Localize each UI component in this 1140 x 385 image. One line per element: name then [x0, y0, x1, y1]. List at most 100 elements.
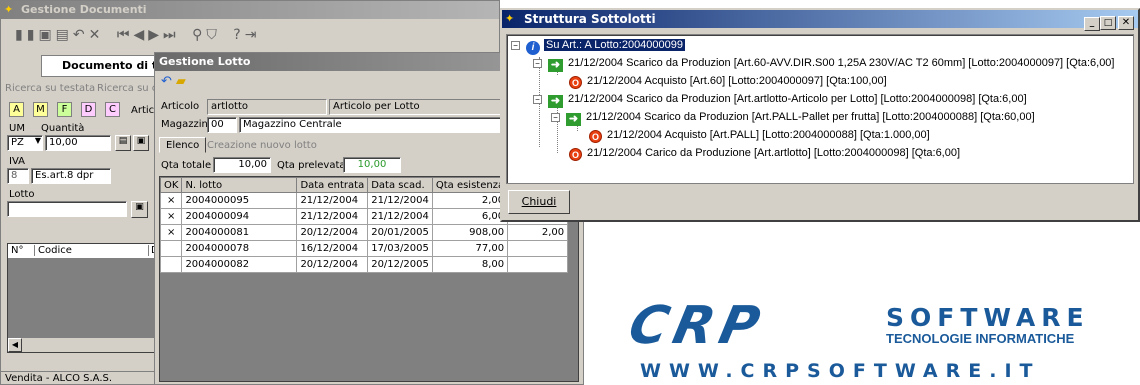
cell-qta: 6,00: [431, 208, 509, 225]
cell-lotto: 2004000095: [181, 192, 298, 209]
lotto-lookup-button[interactable]: ▣: [131, 201, 148, 218]
filter-icon[interactable]: ⚲: [192, 27, 206, 43]
color-button-m[interactable]: M: [33, 102, 48, 117]
cell-lotto: 2004000081: [181, 224, 298, 241]
cell-scad: 21/12/2004: [367, 208, 433, 225]
minimize-button[interactable]: _: [1084, 17, 1100, 31]
cell-scad: 17/03/2005: [367, 240, 433, 257]
scroll-left-icon[interactable]: ◀: [8, 338, 22, 352]
um-label: UM: [9, 123, 25, 134]
arrow-right-icon: ➜: [548, 95, 563, 108]
delete-doc-icon[interactable]: ▮: [27, 27, 39, 43]
iva-desc-field[interactable]: Es.art.8 dpr: [31, 168, 111, 184]
quantita-field[interactable]: 10,00: [45, 135, 111, 151]
col-qta-esistenza[interactable]: Qta esistenza: [431, 177, 509, 193]
tree-node[interactable]: O 21/12/2004 Acquisto [Art.60] [Lotto:200…: [569, 75, 887, 89]
cell-ok[interactable]: ×: [160, 224, 183, 241]
color-button-a[interactable]: A: [9, 102, 24, 117]
calculator-button[interactable]: ▤: [115, 135, 131, 151]
crp-software-text: SOFTWARE: [886, 303, 1090, 332]
arrow-right-icon: ➜: [566, 113, 581, 126]
cell-ok[interactable]: ×: [160, 192, 183, 209]
last-record-icon[interactable]: ⏭: [163, 27, 180, 43]
tree-node[interactable]: − ➜ 21/12/2004 Scarico da Produzion [Art.6…: [533, 57, 1114, 72]
color-button-f[interactable]: F: [57, 102, 72, 117]
cell-ok[interactable]: [160, 240, 183, 257]
horizontal-scrollbar[interactable]: ◀: [8, 338, 156, 352]
tree-node-label: 21/12/2004 Carico da Produzione [Art.art…: [587, 147, 961, 159]
cancel-icon[interactable]: ✕: [89, 27, 105, 43]
col-codice[interactable]: Codice: [34, 245, 72, 256]
cell-prel[interactable]: [507, 256, 569, 273]
cell-lotto: 2004000094: [181, 208, 298, 225]
gestione-documenti-titlebar[interactable]: ✦ Gestione Documenti: [1, 1, 499, 19]
lotto-window-title: Gestione Lotto: [159, 55, 251, 68]
articolo-code-field[interactable]: artlotto: [207, 99, 327, 115]
tree-node[interactable]: O 21/12/2004 Carico da Produzione [Art.ar…: [569, 147, 960, 161]
table-row[interactable]: 2004000082 20/12/2004 20/12/2005 8,00: [160, 256, 569, 273]
cell-lotto: 2004000078: [181, 240, 298, 257]
table-row[interactable]: 2004000078 16/12/2004 17/03/2005 77,00: [160, 240, 569, 257]
doc-type-label: Documento di trasp: [62, 59, 155, 72]
tab-creazione-lotto[interactable]: Creazione nuovo lotto: [207, 140, 317, 151]
save-icon[interactable]: ▣: [38, 27, 55, 43]
color-button-c[interactable]: C: [105, 102, 120, 117]
qta-prelevata-field[interactable]: 10,00: [343, 157, 401, 173]
cell-ok[interactable]: ×: [160, 208, 183, 225]
crp-url: WWW.CRPSOFTWARE.IT: [640, 360, 1041, 382]
lotto-field[interactable]: [7, 201, 127, 217]
calendar-button[interactable]: ▣: [133, 135, 149, 151]
tree-node[interactable]: O 21/12/2004 Acquisto [Art.PALL] [Lotto:2…: [589, 129, 930, 143]
tree-node[interactable]: − ➜ 21/12/2004 Scarico da Produzion [Art.P…: [551, 111, 1035, 126]
tab-elenco[interactable]: Elenco: [159, 137, 207, 153]
help-icon[interactable]: ?: [233, 27, 244, 43]
cell-prel[interactable]: [507, 240, 569, 257]
tree-node[interactable]: − ➜ 21/12/2004 Scarico da Produzion [Art.a…: [533, 93, 1027, 108]
bookmark-icon[interactable]: ⛉: [206, 27, 221, 43]
undo-icon[interactable]: ↶: [161, 74, 176, 89]
tree-node-label: 21/12/2004 Scarico da Produzion [Art.PAL…: [586, 111, 1035, 123]
close-button[interactable]: ✕: [1118, 16, 1134, 30]
crp-tagline: TECNOLOGIE INFORMATICHE: [886, 331, 1075, 346]
exit-icon[interactable]: ⇥: [245, 27, 261, 43]
collapse-icon[interactable]: −: [533, 95, 542, 104]
iva-label: IVA: [9, 156, 25, 167]
iva-code-field[interactable]: 8: [7, 168, 29, 184]
struttura-titlebar[interactable]: ✦ Struttura Sottolotti _ □ ✕: [502, 10, 1138, 31]
folder-icon[interactable]: ▰: [176, 74, 190, 89]
righe-list[interactable]: N° Codice D ◀: [7, 243, 159, 353]
color-button-d[interactable]: D: [81, 102, 96, 117]
col-n-lotto[interactable]: N. lotto: [181, 177, 298, 193]
crp-logo: CRP SOFTWARE TECNOLOGIE INFORMATICHE WWW…: [620, 296, 1130, 382]
print-icon[interactable]: ▤: [56, 27, 73, 43]
sottolotti-tree[interactable]: − i Su Art.: A Lotto:2004000099 − ➜ 21/12/20…: [506, 34, 1134, 184]
collapse-icon[interactable]: −: [533, 59, 542, 68]
tab-ricerca-testata[interactable]: Ricerca su testata: [5, 83, 95, 94]
qta-totale-field[interactable]: 10,00: [213, 157, 271, 173]
cell-prel[interactable]: 2,00: [507, 224, 569, 241]
new-doc-icon[interactable]: ▮: [15, 27, 27, 43]
collapse-icon[interactable]: −: [511, 41, 520, 50]
next-record-icon[interactable]: ▶: [148, 27, 163, 43]
window-title: Gestione Documenti: [21, 3, 147, 16]
first-record-icon[interactable]: ⏮: [117, 27, 134, 43]
prev-record-icon[interactable]: ◀: [133, 27, 148, 43]
arrow-right-icon: ➜: [548, 59, 563, 72]
col-data-scad[interactable]: Data scad.: [367, 177, 433, 193]
maximize-button[interactable]: □: [1100, 16, 1116, 30]
collapse-icon[interactable]: −: [551, 113, 560, 122]
tree-root-label: Su Art.: A Lotto:2004000099: [544, 39, 686, 51]
undo-icon[interactable]: ↶: [73, 27, 89, 43]
window-controls: _ □ ✕: [1084, 12, 1134, 31]
chevron-down-icon: ▼: [34, 136, 41, 145]
magazzino-code-field[interactable]: 00: [207, 117, 237, 133]
col-ok[interactable]: OK: [160, 177, 183, 193]
righe-list-header: N° Codice D: [8, 244, 159, 259]
col-numero[interactable]: N°: [11, 245, 23, 256]
chiudi-button[interactable]: Chiudi: [508, 190, 570, 214]
cell-ok[interactable]: [160, 256, 183, 273]
um-select[interactable]: PZ ▼: [7, 135, 43, 151]
table-row[interactable]: × 2004000081 20/12/2004 20/01/2005 908,00 2,0…: [160, 224, 569, 241]
tree-root[interactable]: − i Su Art.: A Lotto:2004000099: [511, 39, 686, 55]
col-data-entrata[interactable]: Data entrata: [296, 177, 369, 193]
